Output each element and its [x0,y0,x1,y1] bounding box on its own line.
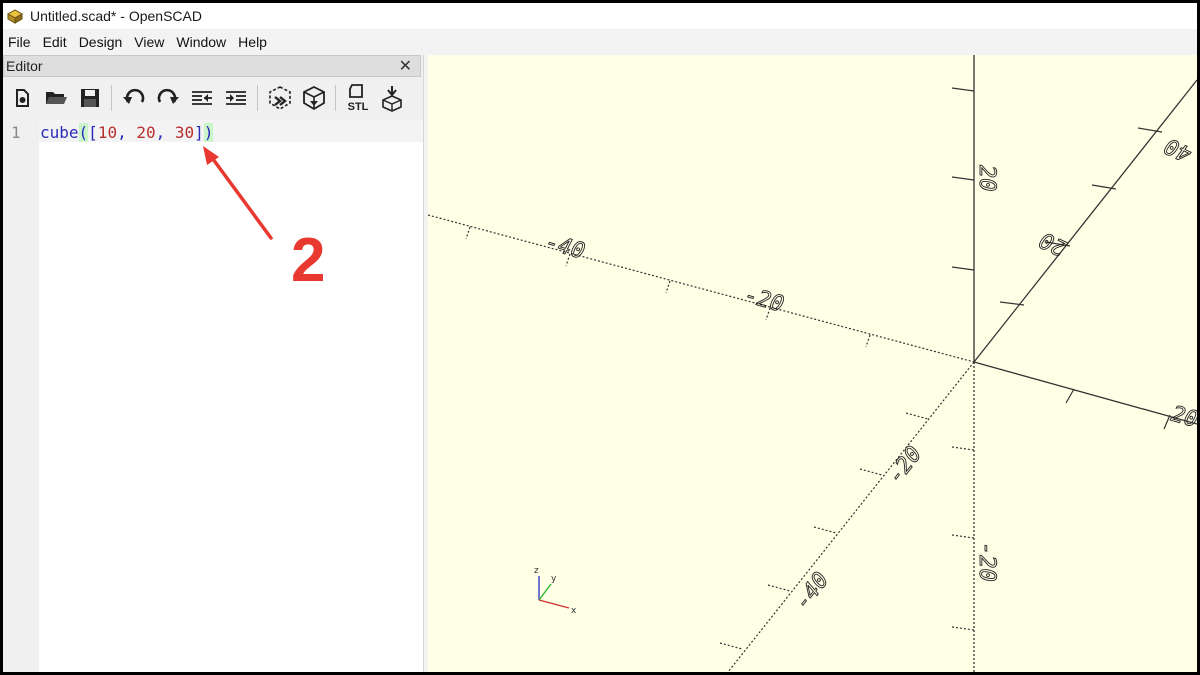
z-axis-label-neg20: -20 [974,542,999,582]
z-axis-ticks [951,87,975,631]
y-axis-label-pos20: 20 [1036,226,1071,260]
z-axis-label-pos20: 20 [974,165,999,192]
axes-overlay: -40 -20 20 20 -20 20 40 -20 -40 z y x [428,55,1197,672]
y-axis-positive [973,79,1197,363]
y-axis-ticks [719,127,1163,650]
x-axis-label-pos20: 20 [1168,402,1197,433]
axis-gizmo: z y x [534,566,577,616]
y-axis-label-neg40: -40 [790,568,834,615]
y-axis-label-pos40: 40 [1161,132,1196,166]
y-axis-label-neg20: -20 [883,442,927,489]
x-axis-positive [973,361,1197,425]
x-axis-label-neg40: -40 [542,230,587,265]
gizmo-y-label: y [551,574,557,584]
x-axis-negative [428,214,975,363]
app-window: Untitled.scad* - OpenSCAD File Edit Desi… [3,3,1197,672]
3d-viewport[interactable]: -40 -20 20 20 -20 20 40 -20 -40 z y x [428,55,1197,672]
gizmo-y-axis [538,583,552,601]
annotation-arrow [203,146,273,240]
gizmo-x-axis [538,599,570,609]
gizmo-z-label: z [534,566,539,576]
y-axis-negative [727,361,975,672]
annotation-step-number: 2 [291,226,326,295]
gizmo-x-label: x [571,606,577,616]
x-axis-label-neg20: -20 [741,283,786,318]
